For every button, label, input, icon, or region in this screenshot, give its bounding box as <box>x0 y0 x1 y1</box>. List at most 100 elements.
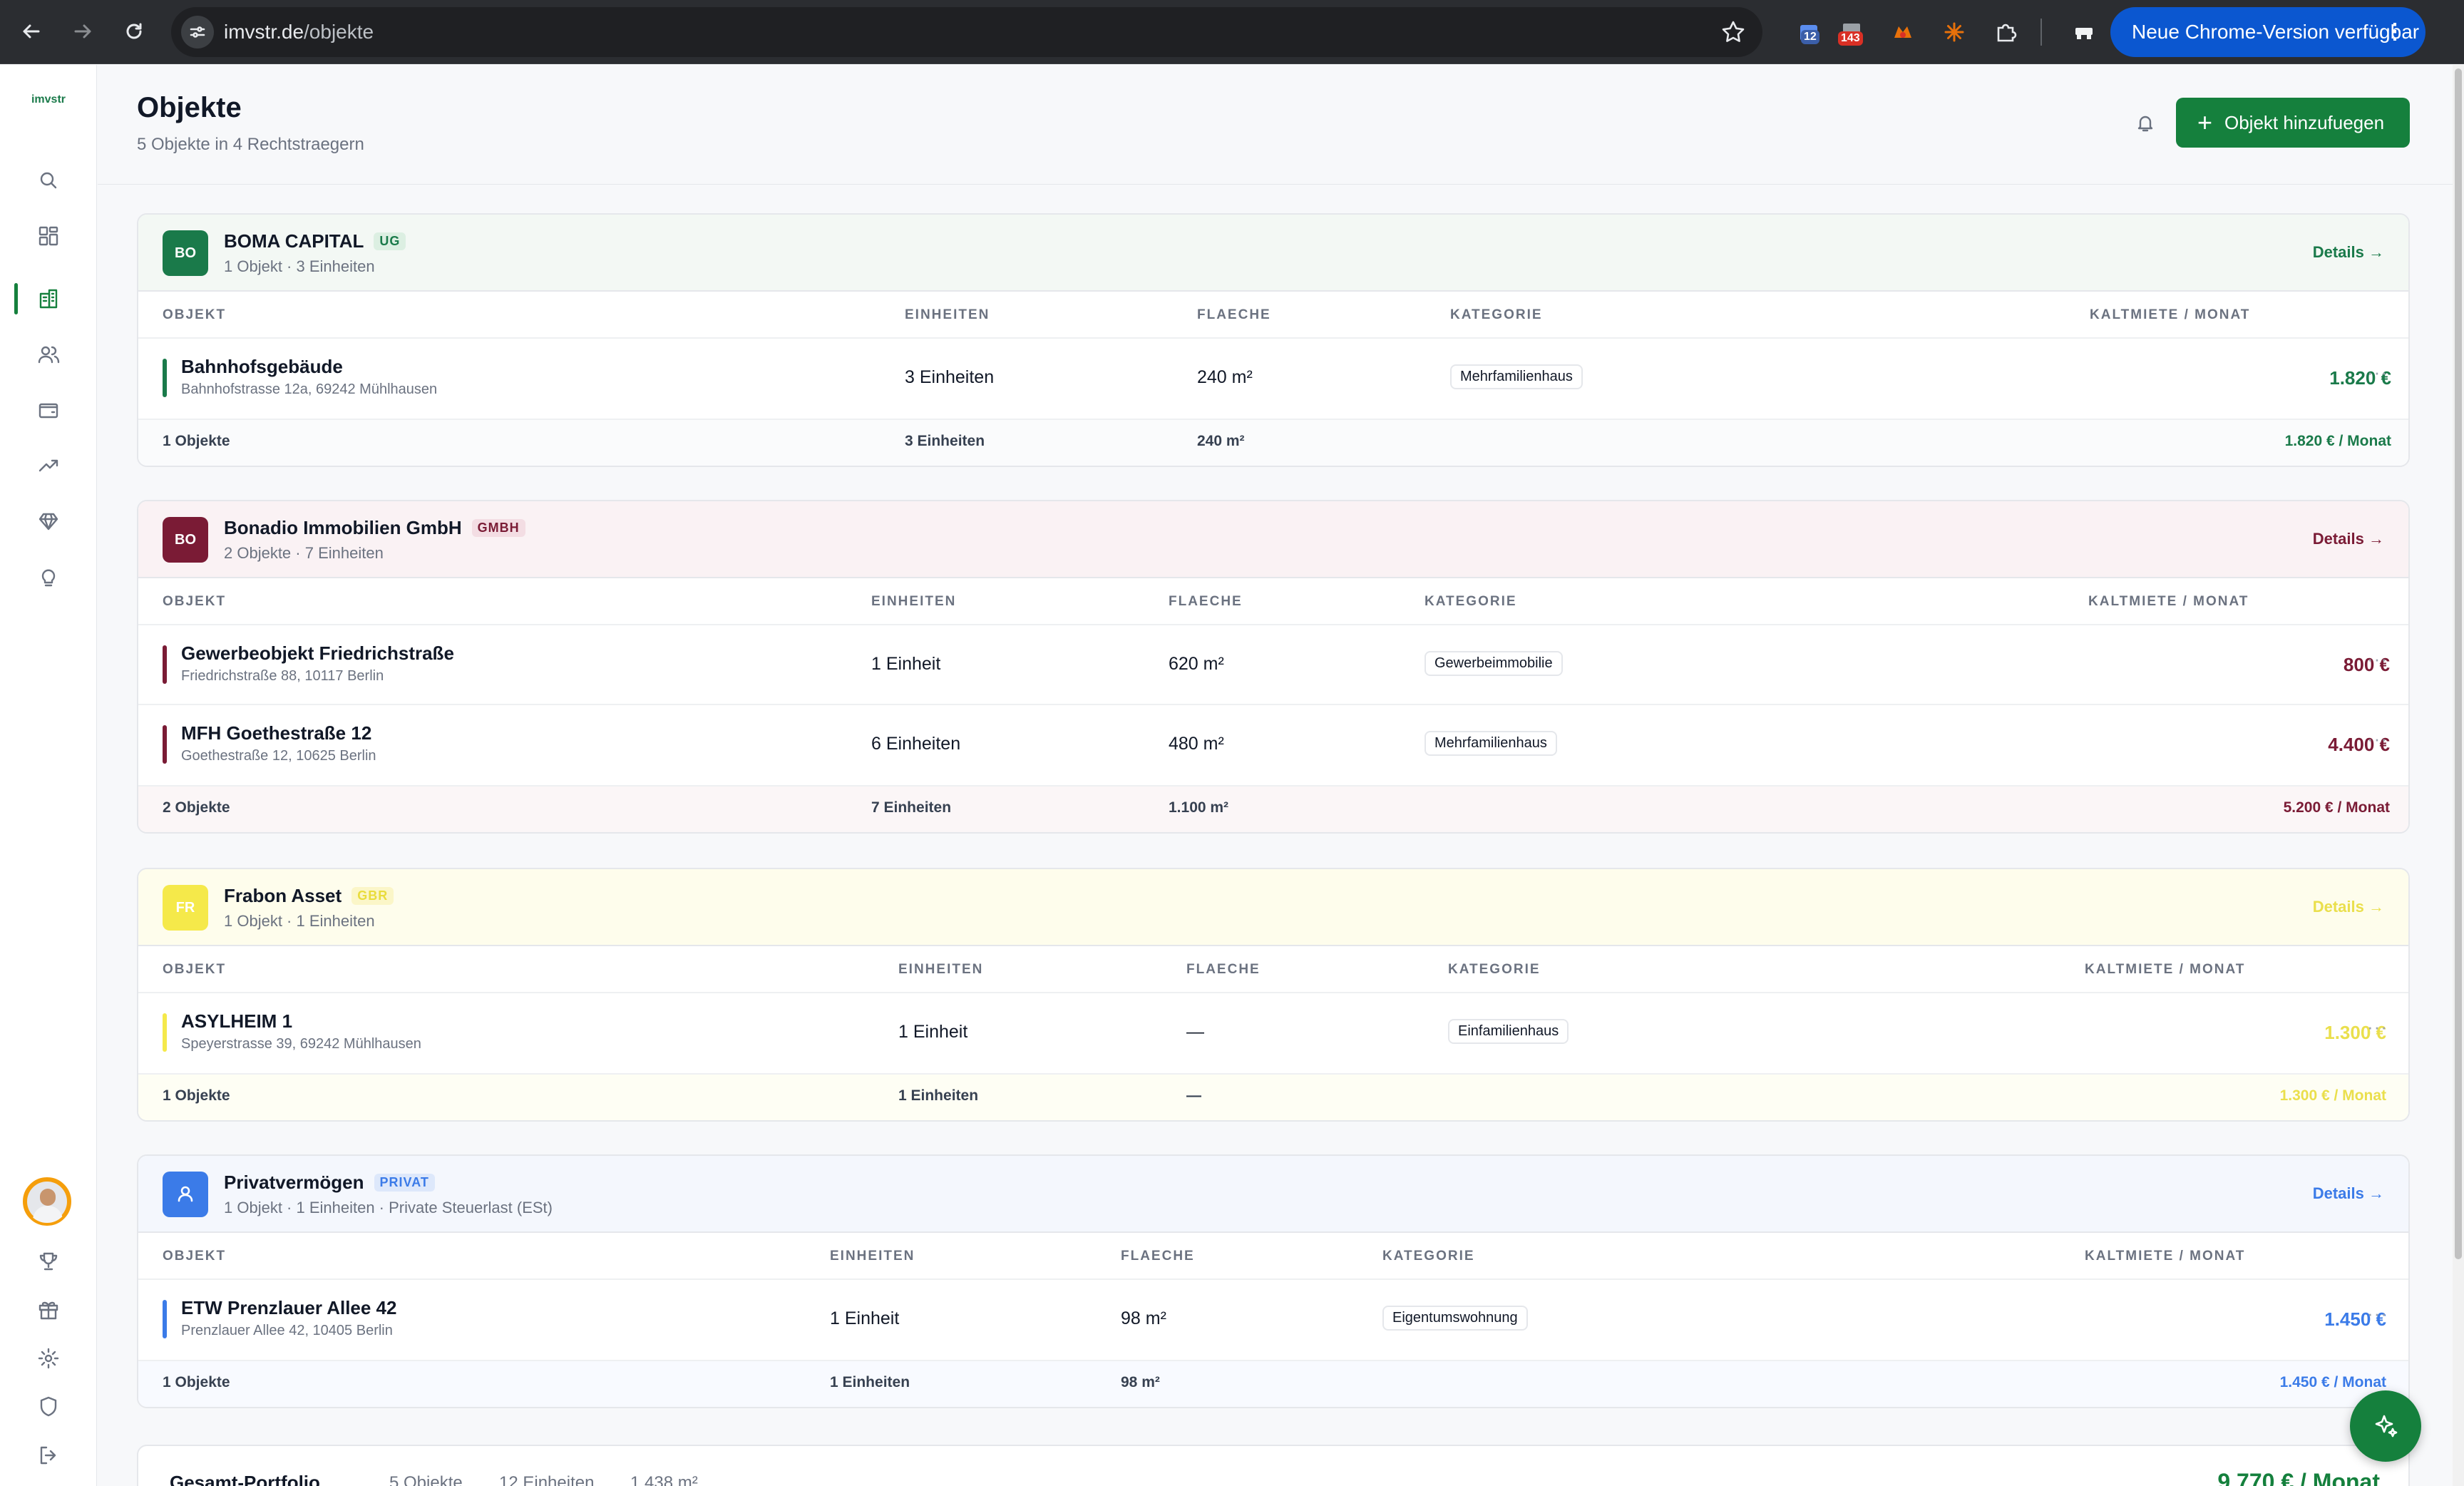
users-icon[interactable] <box>30 336 67 373</box>
footer-objects: 2 Objekte <box>163 799 230 816</box>
category-badge: Gewerbeimmobilie <box>1424 651 1563 676</box>
chrome-update-button[interactable]: Neue Chrome-Version verfügbar ⋮ <box>2110 7 2426 57</box>
footer-area: 240 m² <box>1197 433 1245 449</box>
object-address: Goethestraße 12, 10625 Berlin <box>181 748 376 764</box>
details-link[interactable]: Details → <box>2313 530 2384 548</box>
main-content: Objekte 5 Objekte in 4 Rechtstraegern + … <box>98 65 2464 1486</box>
diamond-icon[interactable] <box>30 503 67 540</box>
details-link[interactable]: Details → <box>2313 243 2384 262</box>
entity-avatar: BO <box>163 517 208 563</box>
details-link[interactable]: Details → <box>2313 1184 2384 1203</box>
extension-mail-icon[interactable]: 143 <box>1834 14 1869 50</box>
object-units: 1 Einheit <box>830 1308 900 1328</box>
add-object-button[interactable]: + Objekt hinzufuegen <box>2176 98 2410 148</box>
app-logo[interactable]: imvstr <box>0 93 97 106</box>
divider <box>138 785 2408 786</box>
object-units: 3 Einheiten <box>905 367 995 387</box>
dashboard-icon[interactable] <box>30 217 67 255</box>
footer-objects: 1 Objekte <box>163 1374 230 1390</box>
search-icon[interactable] <box>30 162 67 199</box>
lightbulb-icon[interactable] <box>30 558 67 595</box>
buildings-icon[interactable] <box>30 280 67 317</box>
footer-rent: 5.200 € / Monat <box>2283 799 2390 816</box>
object-name[interactable]: ASYLHEIM 1 <box>181 1010 292 1032</box>
object-address: Prenzlauer Allee 42, 10405 Berlin <box>181 1323 393 1338</box>
entity-header: Privatvermögen PRIVAT 1 Objekt · 1 Einhei… <box>138 1156 2408 1233</box>
settings-icon[interactable] <box>30 1340 67 1377</box>
trophy-icon[interactable] <box>30 1243 67 1280</box>
object-name[interactable]: MFH Goethestraße 12 <box>181 722 371 744</box>
object-name[interactable]: Bahnhofsgebäude <box>181 356 343 378</box>
entity-footer: 2 Objekte 7 Einheiten 1.100 m² 5.200 € /… <box>138 785 2408 832</box>
plus-icon: + <box>2197 108 2213 137</box>
entity-card: FR Frabon Asset GBR 1 Objekt · 1 Einheite… <box>137 868 2410 1122</box>
row-more-icon[interactable]: ··· <box>2367 1303 2388 1325</box>
extension-burst-icon[interactable] <box>1936 14 1972 50</box>
bell-icon[interactable] <box>2130 108 2161 139</box>
profile-glasses-icon[interactable] <box>2066 14 2102 50</box>
col-header-objekt: OBJEKT <box>163 1249 227 1264</box>
object-units: 1 Einheit <box>871 654 941 674</box>
total-objects: 5 Objekte <box>389 1473 463 1486</box>
row-more-icon[interactable]: ··· <box>2367 648 2388 670</box>
entity-name: Bonadio Immobilien GmbH GMBH <box>224 517 525 539</box>
col-header-flaeche: FLAECHE <box>1197 307 1271 322</box>
col-header-einheiten: EINHEITEN <box>905 307 990 322</box>
extensions-puzzle-icon[interactable] <box>1988 14 2023 50</box>
entity-name: BOMA CAPITAL UG <box>224 230 406 252</box>
object-area: 98 m² <box>1121 1308 1166 1328</box>
gift-icon[interactable] <box>30 1291 67 1328</box>
entity-avatar <box>163 1172 208 1217</box>
wallet-icon[interactable] <box>30 391 67 429</box>
ai-assistant-button[interactable] <box>2350 1390 2421 1462</box>
entity-footer: 1 Objekte 3 Einheiten 240 m² 1.820 € / M… <box>138 419 2408 466</box>
reload-button[interactable] <box>117 14 151 48</box>
site-info-icon[interactable] <box>181 16 214 48</box>
shield-icon[interactable] <box>30 1388 67 1425</box>
col-header-objekt: OBJEKT <box>163 307 227 322</box>
col-header-kategorie: KATEGORIE <box>1448 962 1541 977</box>
bookmark-star-icon[interactable] <box>1720 19 1747 46</box>
object-color-bar <box>163 359 167 397</box>
trending-up-icon[interactable] <box>30 447 67 484</box>
entity-type-badge: UG <box>374 232 406 250</box>
details-link[interactable]: Details → <box>2313 898 2384 916</box>
address-bar[interactable]: imvstr.de/objekte <box>171 7 1762 57</box>
page-title: Objekte <box>137 92 242 123</box>
object-name[interactable]: ETW Prenzlauer Allee 42 <box>181 1297 396 1319</box>
col-header-kaltmiete: KALTMIETE / MONAT <box>2090 307 2251 322</box>
extension-fox-icon[interactable] <box>1885 14 1921 50</box>
entity-type-badge: GMBH <box>471 519 525 537</box>
entity-card: Privatvermögen PRIVAT 1 Objekt · 1 Einhei… <box>137 1154 2410 1408</box>
col-header-flaeche: FLAECHE <box>1169 594 1243 609</box>
back-button[interactable] <box>14 14 48 48</box>
footer-area: 98 m² <box>1121 1374 1160 1390</box>
row-more-icon[interactable]: ··· <box>2367 362 2388 384</box>
col-header-kaltmiete: KALTMIETE / MONAT <box>2085 1249 2246 1264</box>
total-area: 1.438 m² <box>630 1473 698 1486</box>
entity-type-badge: PRIVAT <box>374 1174 435 1192</box>
portfolio-total-bar: Gesamt-Portfolio 5 Objekte 12 Einheiten … <box>137 1445 2410 1486</box>
logout-icon[interactable] <box>30 1437 67 1474</box>
object-name[interactable]: Gewerbeobjekt Friedrichstraße <box>181 642 454 665</box>
row-more-icon[interactable]: ··· <box>2367 728 2388 750</box>
footer-units: 1 Einheiten <box>830 1374 910 1390</box>
divider <box>138 337 2408 339</box>
scrollbar-thumb[interactable] <box>2455 68 2462 1259</box>
object-units: 6 Einheiten <box>871 734 961 754</box>
divider <box>138 419 2408 420</box>
col-header-einheiten: EINHEITEN <box>830 1249 915 1264</box>
user-avatar[interactable] <box>23 1177 71 1226</box>
col-header-flaeche: FLAECHE <box>1186 962 1261 977</box>
object-color-bar <box>163 645 167 684</box>
entity-meta: 1 Objekt · 1 Einheiten · Private Steuerl… <box>224 1199 553 1216</box>
extension-calendar-icon[interactable]: 12 <box>1791 14 1827 50</box>
object-rent: 1.820 € <box>2329 367 2391 389</box>
forward-button[interactable] <box>66 14 100 48</box>
footer-units: 1 Einheiten <box>898 1087 979 1104</box>
extension-badge: 12 <box>1801 30 1819 44</box>
row-more-icon[interactable]: ··· <box>2367 1016 2388 1038</box>
entity-avatar: BO <box>163 230 208 276</box>
object-rent: 4.400 € <box>2328 734 2390 755</box>
extension-badge: 143 <box>1838 31 1863 46</box>
